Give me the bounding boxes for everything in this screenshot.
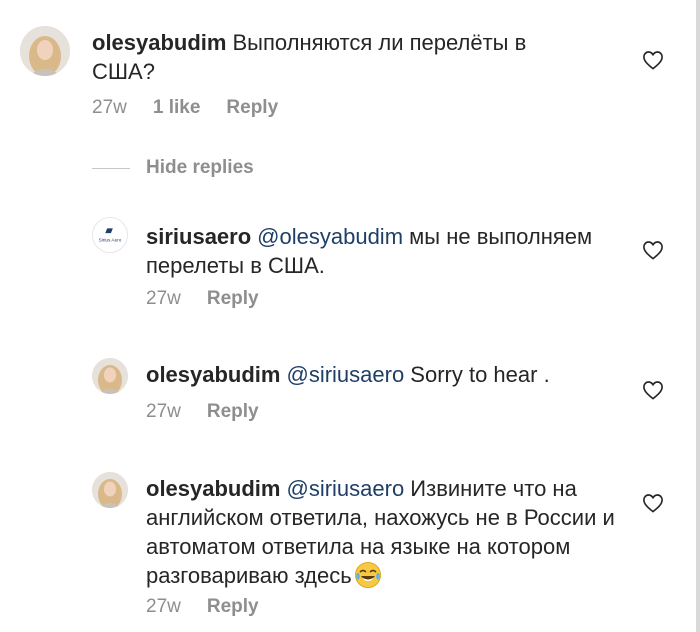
comment-text: olesyabudim @siriusaero Извините что на а… (146, 474, 616, 590)
mention-link[interactable]: @olesyabudim (257, 224, 403, 249)
reply-button[interactable]: Reply (207, 596, 259, 618)
timestamp: 27w (92, 97, 127, 118)
heart-icon[interactable] (642, 50, 664, 70)
heart-icon[interactable] (642, 380, 664, 400)
comment-meta: 27w Reply (146, 401, 259, 423)
reply-button[interactable]: Reply (207, 401, 259, 423)
screen-edge (696, 0, 700, 632)
reply-button[interactable]: Reply (226, 97, 278, 119)
sirius-aero-logo-icon: Sirius Aero (93, 218, 127, 252)
reply-button[interactable]: Reply (207, 288, 259, 310)
mention-link[interactable]: @siriusaero (286, 476, 404, 501)
username[interactable]: olesyabudim (92, 30, 226, 55)
username[interactable]: olesyabudim (146, 362, 280, 387)
woman-portrait-icon (20, 26, 70, 76)
avatar[interactable] (92, 472, 128, 508)
comment-meta: 27w 1 like Reply (92, 97, 278, 119)
tears-of-joy-emoji-icon (354, 561, 382, 589)
hide-replies-toggle[interactable]: Hide replies (92, 157, 254, 179)
comment-body: Sorry to hear . (404, 362, 550, 387)
username[interactable]: olesyabudim (146, 476, 280, 501)
divider (92, 167, 130, 169)
timestamp: 27w (146, 401, 181, 422)
hide-replies-label: Hide replies (146, 157, 254, 178)
heart-icon[interactable] (642, 493, 664, 513)
avatar[interactable]: Sirius Aero (92, 217, 128, 253)
avatar[interactable] (20, 26, 70, 76)
woman-portrait-icon (92, 358, 128, 394)
timestamp: 27w (146, 288, 181, 309)
timestamp: 27w (146, 596, 181, 617)
comment-meta: 27w Reply (146, 596, 259, 618)
logo-label: Sirius Aero (99, 238, 122, 244)
comment-meta: 27w Reply (146, 288, 259, 310)
heart-icon[interactable] (642, 240, 664, 260)
comment-text: siriusaero @olesyabudim мы не выполняем п… (146, 222, 606, 280)
comment-text: olesyabudim Выполняются ли перелёты в США… (92, 28, 592, 86)
username[interactable]: siriusaero (146, 224, 251, 249)
likes-count[interactable]: 1 like (153, 97, 201, 119)
comment-text: olesyabudim @siriusaero Sorry to hear . (146, 360, 626, 389)
avatar[interactable] (92, 358, 128, 394)
woman-portrait-icon (92, 472, 128, 508)
mention-link[interactable]: @siriusaero (286, 362, 404, 387)
